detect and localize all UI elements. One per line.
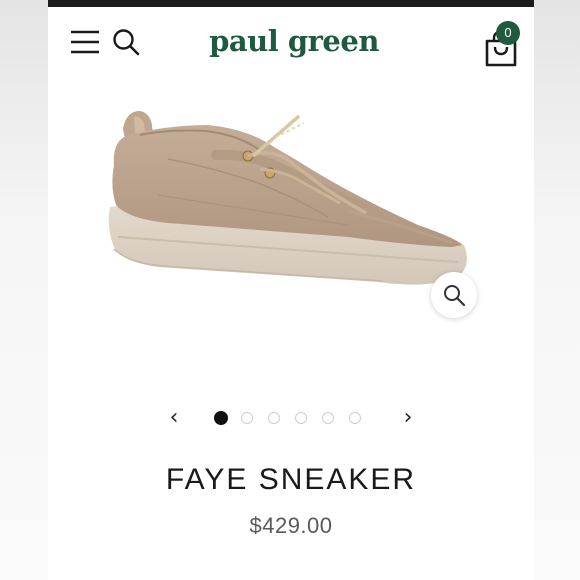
background-right xyxy=(532,0,580,580)
background-left xyxy=(0,0,48,580)
sneaker-image xyxy=(108,111,467,285)
carousel-dot[interactable] xyxy=(295,412,307,424)
carousel-dot[interactable] xyxy=(268,412,280,424)
product-price: $429.00 xyxy=(249,513,333,538)
carousel-dot[interactable] xyxy=(241,412,253,424)
chevron-left-icon[interactable]: ‹ xyxy=(162,405,186,433)
chevron-right-icon[interactable]: › xyxy=(396,405,420,433)
cart-count-badge: 0 xyxy=(496,21,520,45)
status-bar xyxy=(48,0,534,7)
search-icon[interactable] xyxy=(112,28,140,56)
menu-icon[interactable] xyxy=(70,29,100,55)
brand-logo[interactable]: paul green xyxy=(204,21,384,65)
carousel-dot[interactable] xyxy=(349,412,361,424)
site-header: paul green 0 xyxy=(48,7,534,77)
carousel-dot[interactable] xyxy=(322,412,334,424)
product-title: FAYE SNEAKER xyxy=(165,463,417,496)
product-page: paul green 0 ‹ › FAYE SNEAKER $429.00 xyxy=(48,7,534,580)
image-carousel: ‹ › xyxy=(48,405,534,433)
zoom-button[interactable] xyxy=(431,272,477,318)
carousel-dot[interactable] xyxy=(214,411,228,425)
zoom-icon xyxy=(444,285,466,307)
